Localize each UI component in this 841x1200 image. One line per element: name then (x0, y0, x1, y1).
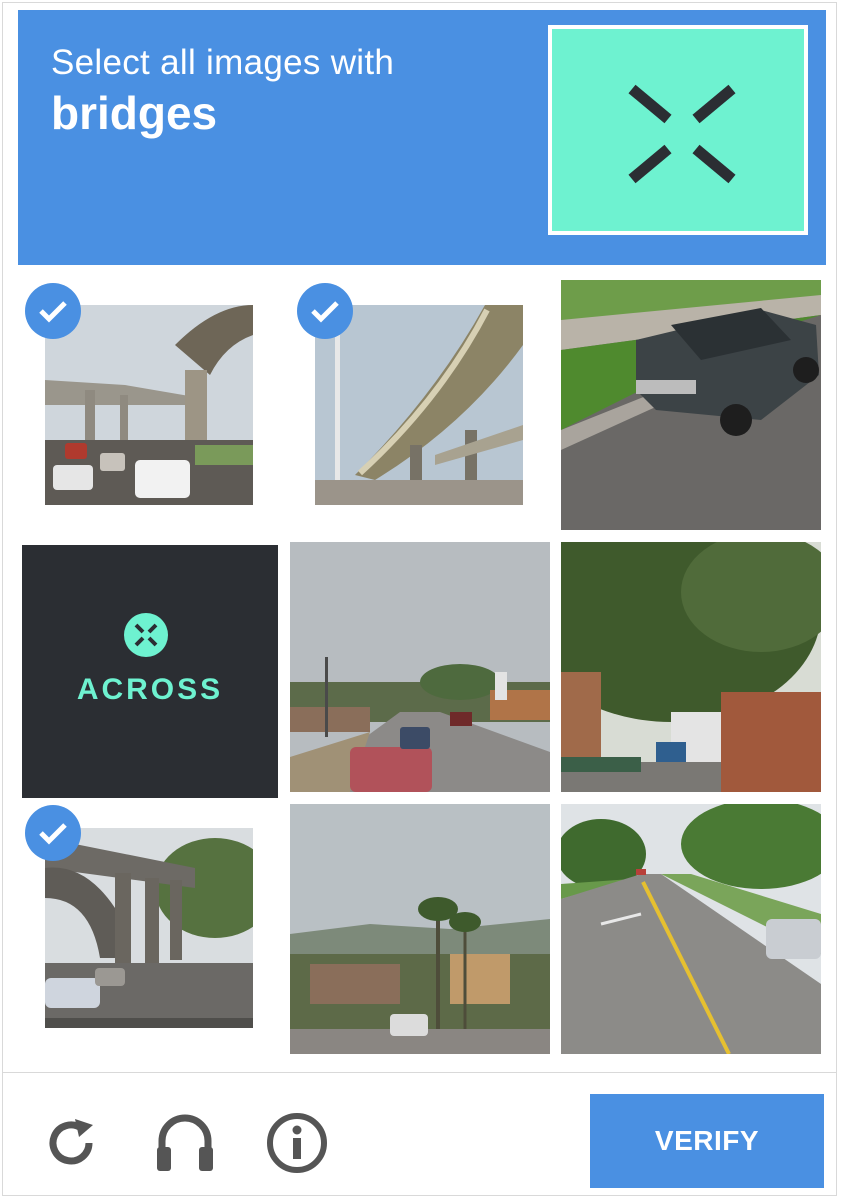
across-x-icon (124, 613, 168, 657)
prompt-target: bridges (51, 87, 218, 139)
image-tile-3[interactable] (561, 280, 821, 530)
image-tile-5[interactable] (290, 542, 550, 792)
image-tile-8[interactable] (290, 804, 550, 1054)
info-icon (267, 1113, 327, 1173)
image-tile-9[interactable] (561, 804, 821, 1054)
image-tile-1[interactable] (45, 305, 253, 505)
selected-checkmark-icon (25, 805, 81, 861)
captcha-header: Select all images with bridges (18, 10, 826, 265)
selected-checkmark-icon (297, 283, 353, 339)
reload-button[interactable] (36, 1108, 106, 1178)
image-tile-2[interactable] (315, 305, 523, 505)
footer-divider (2, 1072, 837, 1073)
across-label: ACROSS (76, 673, 224, 706)
close-x-icon (628, 84, 736, 184)
across-logo-tile[interactable]: ACROSS (22, 545, 278, 798)
image-tile-6[interactable] (561, 542, 821, 792)
info-button[interactable] (262, 1108, 332, 1178)
verify-button[interactable]: VERIFY (590, 1094, 824, 1188)
reload-icon (49, 1119, 93, 1165)
sample-image (548, 25, 808, 235)
selected-checkmark-icon (25, 283, 81, 339)
image-tile-7[interactable] (45, 828, 253, 1028)
headphones-icon (157, 1114, 213, 1171)
prompt-instruction: Select all images with (51, 43, 395, 82)
audio-challenge-button[interactable] (150, 1108, 220, 1178)
